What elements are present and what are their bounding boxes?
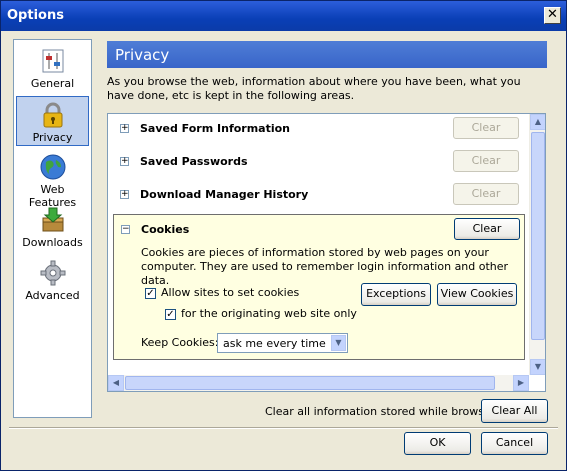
close-icon: ✕	[547, 7, 558, 22]
close-button[interactable]: ✕	[544, 7, 561, 24]
clear-all-button[interactable]: Clear All	[481, 399, 548, 423]
keep-cookies-value: ask me every time	[223, 337, 326, 350]
sidebar-item-downloads[interactable]: Downloads	[16, 202, 89, 252]
sidebar-item-general[interactable]: General	[16, 43, 89, 93]
category-sidebar: General Privacy Web Features Downloads A…	[13, 39, 92, 418]
divider	[9, 427, 558, 429]
downloads-icon	[42, 207, 63, 232]
cookies-description: Cookies are pieces of information stored…	[141, 246, 509, 287]
ok-button[interactable]: OK	[404, 432, 471, 455]
cancel-button[interactable]: Cancel	[481, 432, 548, 455]
scroll-thumb[interactable]	[531, 132, 545, 340]
clear-form-info-button[interactable]: Clear	[453, 117, 519, 139]
keep-cookies-select[interactable]: ask me every time ▼	[217, 333, 348, 353]
list-item: + Download Manager History Clear	[108, 180, 528, 213]
originating-site-label: for the originating web site only	[181, 307, 357, 320]
scroll-thumb[interactable]	[125, 376, 495, 390]
expand-button[interactable]: +	[120, 124, 129, 133]
general-icon	[42, 49, 63, 73]
clear-cookies-button[interactable]: Clear	[454, 218, 520, 240]
scroll-up-button[interactable]: ▲	[530, 114, 545, 130]
expand-button[interactable]: +	[120, 190, 129, 199]
allow-cookies-checkbox[interactable]: ✓	[145, 288, 156, 299]
item-title: Saved Passwords	[140, 155, 248, 168]
scroll-down-button[interactable]: ▼	[530, 359, 545, 375]
window-title: Options	[7, 8, 64, 23]
exceptions-button[interactable]: Exceptions	[361, 283, 431, 306]
item-title: Download Manager History	[140, 188, 309, 201]
horizontal-scrollbar[interactable]: ◀ ▶	[108, 375, 529, 391]
privacy-items-list: + Saved Form Information Clear + Saved P…	[107, 113, 546, 392]
panel-intro: As you browse the web, information about…	[107, 75, 521, 102]
sidebar-item-privacy[interactable]: Privacy	[16, 96, 89, 146]
lock-icon	[43, 102, 62, 128]
gear-icon	[40, 260, 65, 286]
sidebar-item-advanced[interactable]: Advanced	[16, 255, 89, 305]
collapse-button[interactable]: −	[121, 225, 130, 234]
list-item: + Saved Form Information Clear	[108, 114, 528, 147]
sidebar-item-label: Downloads	[22, 236, 83, 249]
vertical-scrollbar[interactable]: ▲ ▼	[529, 114, 545, 375]
cookies-section: − Cookies Clear Cookies are pieces of in…	[113, 214, 525, 360]
view-cookies-button[interactable]: View Cookies	[437, 283, 517, 306]
clear-download-history-button[interactable]: Clear	[453, 183, 519, 205]
title-bar[interactable]: Options ✕	[1, 1, 566, 31]
keep-cookies-label: Keep Cookies:	[141, 336, 219, 349]
scroll-left-button[interactable]: ◀	[108, 375, 124, 391]
sidebar-item-label: Privacy	[32, 131, 73, 144]
panel-title: Privacy	[107, 41, 547, 68]
globe-icon	[40, 154, 65, 180]
sidebar-item-label: General	[30, 77, 75, 90]
expand-button[interactable]: +	[120, 157, 129, 166]
chevron-down-icon[interactable]: ▼	[331, 335, 346, 351]
sidebar-item-web-features[interactable]: Web Features	[16, 149, 89, 209]
clear-passwords-button[interactable]: Clear	[453, 150, 519, 172]
sidebar-item-label: Advanced	[25, 289, 80, 302]
allow-cookies-label: Allow sites to set cookies	[161, 286, 300, 299]
options-window: Options ✕ General Privacy Web Features D…	[0, 0, 567, 471]
item-title: Saved Form Information	[140, 122, 291, 135]
clear-all-label: Clear all information stored while brows…	[265, 405, 505, 418]
originating-site-checkbox[interactable]: ✓	[165, 309, 176, 320]
list-item: + Saved Passwords Clear	[108, 147, 528, 180]
cookies-title: Cookies	[141, 223, 190, 236]
scroll-right-button[interactable]: ▶	[513, 375, 529, 391]
